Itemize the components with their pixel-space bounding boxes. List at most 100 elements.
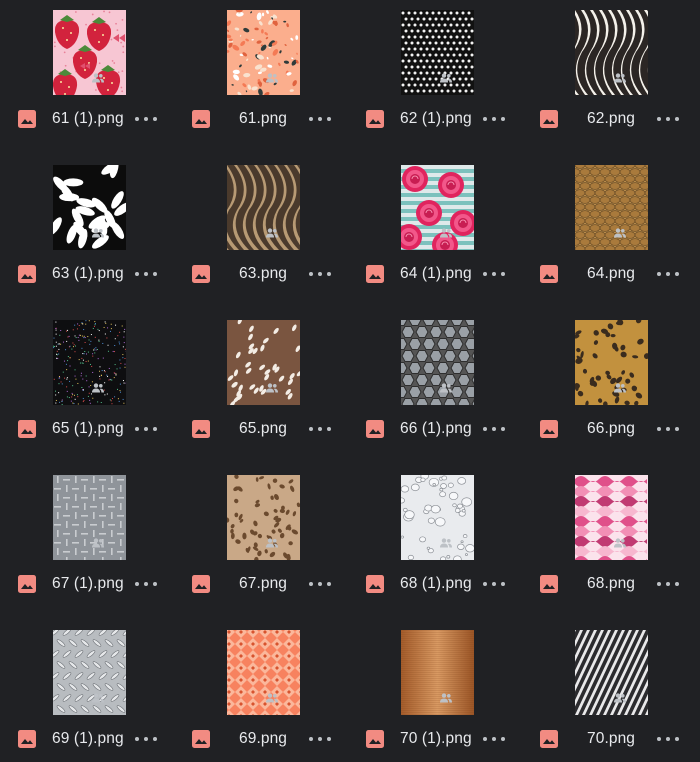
file-item[interactable]: 61 (1).png [0, 0, 174, 155]
more-options-icon[interactable] [309, 574, 331, 594]
file-name[interactable]: 68.png [587, 573, 635, 595]
file-name[interactable]: 63 (1).png [52, 263, 124, 285]
shared-people-icon [266, 73, 278, 83]
file-thumbnail[interactable] [53, 630, 126, 715]
file-name[interactable]: 67 (1).png [52, 573, 124, 595]
more-options-icon[interactable] [309, 109, 331, 129]
file-item[interactable]: 65.png [174, 310, 348, 465]
file-thumbnail[interactable] [227, 320, 300, 405]
file-name[interactable]: 66 (1).png [400, 418, 472, 440]
file-thumbnail[interactable] [227, 475, 300, 560]
file-name[interactable]: 70 (1).png [400, 728, 472, 750]
more-options-icon[interactable] [135, 264, 157, 284]
file-item[interactable]: 63 (1).png [0, 155, 174, 310]
file-thumbnail[interactable] [575, 630, 648, 715]
image-file-icon [540, 110, 558, 128]
shared-people-icon [92, 538, 104, 548]
more-options-icon[interactable] [135, 574, 157, 594]
more-options-icon[interactable] [657, 264, 679, 284]
file-thumbnail[interactable] [53, 165, 126, 250]
more-options-icon[interactable] [135, 729, 157, 749]
image-file-icon [366, 265, 384, 283]
file-thumbnail[interactable] [53, 10, 126, 95]
file-thumbnail[interactable] [575, 10, 648, 95]
file-item[interactable]: 61.png [174, 0, 348, 155]
shared-people-icon [266, 693, 278, 703]
file-name[interactable]: 61 (1).png [52, 108, 124, 130]
file-item[interactable]: 66.png [522, 310, 696, 465]
more-options-icon[interactable] [483, 264, 505, 284]
file-thumbnail[interactable] [227, 10, 300, 95]
file-item[interactable]: 68 (1).png [348, 465, 522, 620]
file-name[interactable]: 64.png [587, 263, 635, 285]
file-name[interactable]: 65.png [239, 418, 287, 440]
file-item[interactable]: 62.png [522, 0, 696, 155]
shared-people-icon [266, 228, 278, 238]
shared-people-icon [440, 693, 452, 703]
image-file-icon [540, 265, 558, 283]
more-options-icon[interactable] [657, 729, 679, 749]
file-item[interactable]: 66 (1).png [348, 310, 522, 465]
file-name[interactable]: 68 (1).png [400, 573, 472, 595]
shared-people-icon [614, 383, 626, 393]
image-file-icon [18, 265, 36, 283]
file-name[interactable]: 64 (1).png [400, 263, 472, 285]
more-options-icon[interactable] [483, 419, 505, 439]
file-name[interactable]: 61.png [239, 108, 287, 130]
shared-people-icon [614, 693, 626, 703]
file-item[interactable]: 65 (1).png [0, 310, 174, 465]
file-item[interactable]: 64.png [522, 155, 696, 310]
file-thumbnail[interactable] [53, 320, 126, 405]
more-options-icon[interactable] [135, 419, 157, 439]
more-options-icon[interactable] [483, 574, 505, 594]
file-name[interactable]: 70.png [587, 728, 635, 750]
file-item[interactable]: 67.png [174, 465, 348, 620]
file-item[interactable]: 69 (1).png [0, 620, 174, 762]
file-name[interactable]: 69 (1).png [52, 728, 124, 750]
shared-people-icon [92, 228, 104, 238]
file-item[interactable]: 69.png [174, 620, 348, 762]
more-options-icon[interactable] [483, 109, 505, 129]
more-options-icon[interactable] [135, 109, 157, 129]
file-thumbnail[interactable] [401, 165, 474, 250]
shared-people-icon [440, 73, 452, 83]
file-name[interactable]: 62.png [587, 108, 635, 130]
shared-people-icon [440, 538, 452, 548]
file-thumbnail[interactable] [575, 320, 648, 405]
file-item[interactable]: 70.png [522, 620, 696, 762]
image-file-icon [192, 265, 210, 283]
file-thumbnail[interactable] [575, 165, 648, 250]
more-options-icon[interactable] [309, 264, 331, 284]
more-options-icon[interactable] [309, 729, 331, 749]
file-thumbnail[interactable] [575, 475, 648, 560]
more-options-icon[interactable] [309, 419, 331, 439]
file-item[interactable]: 64 (1).png [348, 155, 522, 310]
file-thumbnail[interactable] [227, 165, 300, 250]
file-thumbnail[interactable] [227, 630, 300, 715]
file-item[interactable]: 70 (1).png [348, 620, 522, 762]
file-thumbnail[interactable] [401, 320, 474, 405]
file-name[interactable]: 62 (1).png [400, 108, 472, 130]
file-item[interactable]: 62 (1).png [348, 0, 522, 155]
image-file-icon [540, 575, 558, 593]
image-file-icon [366, 110, 384, 128]
shared-people-icon [440, 228, 452, 238]
file-thumbnail[interactable] [401, 475, 474, 560]
file-name[interactable]: 67.png [239, 573, 287, 595]
file-thumbnail[interactable] [401, 10, 474, 95]
file-thumbnail[interactable] [53, 475, 126, 560]
shared-people-icon [92, 693, 104, 703]
file-name[interactable]: 66.png [587, 418, 635, 440]
file-name[interactable]: 69.png [239, 728, 287, 750]
more-options-icon[interactable] [657, 109, 679, 129]
file-thumbnail[interactable] [401, 630, 474, 715]
file-name[interactable]: 63.png [239, 263, 287, 285]
file-item[interactable]: 63.png [174, 155, 348, 310]
image-file-icon [540, 420, 558, 438]
more-options-icon[interactable] [657, 574, 679, 594]
file-item[interactable]: 68.png [522, 465, 696, 620]
file-item[interactable]: 67 (1).png [0, 465, 174, 620]
more-options-icon[interactable] [483, 729, 505, 749]
file-name[interactable]: 65 (1).png [52, 418, 124, 440]
more-options-icon[interactable] [657, 419, 679, 439]
